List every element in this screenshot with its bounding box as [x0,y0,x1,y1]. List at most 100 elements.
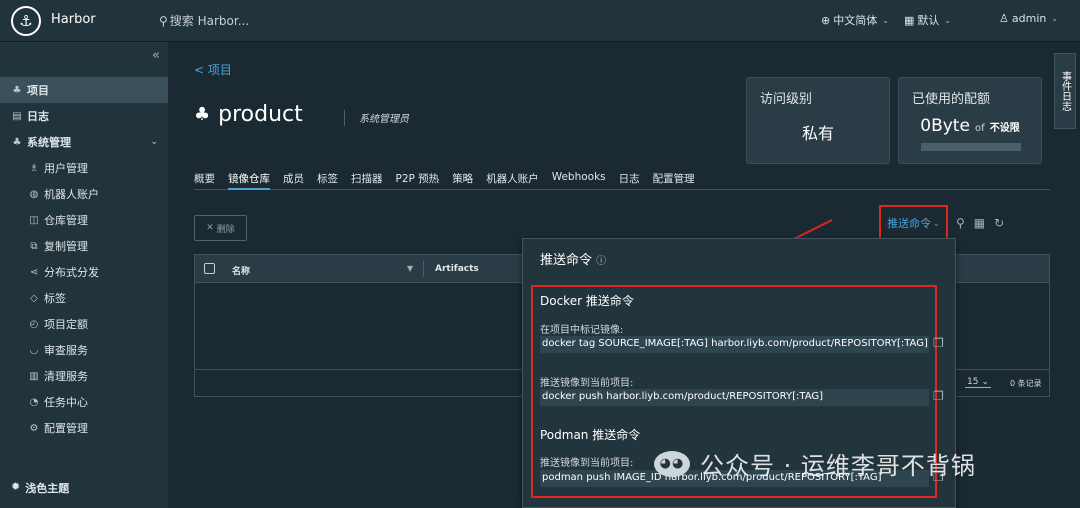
quota-used: 0Byte [920,116,970,136]
page-size-select[interactable]: 15 ⌄ [965,377,991,388]
chevron-down-icon: ⌄ [944,15,952,25]
sidebar-item-label: 清理服务 [44,370,88,383]
sidebar-item-robots[interactable]: ◍ 机器人账户 [0,181,168,207]
search-icon: ⚲ [159,13,168,28]
sidebar-item-quotas[interactable]: ◴ 项目定额 [0,311,168,337]
sidebar-item-label: 标签 [44,292,66,305]
chevron-down-icon: ⌄ [882,15,889,25]
tag-icon: ◇ [30,292,38,304]
datetime-label: 默认 [917,14,940,27]
search-icon[interactable]: ⚲ [956,216,965,230]
project-role: 系统管理员 [344,110,409,126]
tab-repositories[interactable]: 镜像仓库 [228,170,270,190]
sidebar-item-label: 用户管理 [44,162,88,175]
search-input[interactable]: 搜索 Harbor... [170,12,249,29]
sidebar-item-gc[interactable]: ▥ 清理服务 [0,363,168,389]
globe-icon: ⊕ [821,13,831,27]
gear-icon: ⚙ [29,422,39,434]
delete-button[interactable]: ✕ 删除 [194,215,247,241]
registry-icon: ◫ [29,214,39,226]
access-level-value: 私有 [801,124,834,143]
push-command-label: 推送命令 [887,217,932,230]
watermark-text: 公众号 · 运维李哥不背锅 [700,452,976,480]
tab-p2p-preheat[interactable]: P2P 预热 [396,170,440,190]
global-search[interactable]: ⚲ 搜索 Harbor... [159,12,249,29]
language-selector[interactable]: ⊕ 中文简体 ⌄ [821,12,889,28]
chevron-down-icon: ⌄ [150,137,158,147]
push-command-button[interactable]: 推送命令 ⌄ [879,205,948,241]
sidebar-item-interrogation[interactable]: ◡ 审查服务 [0,337,168,363]
sidebar-item-label: 复制管理 [44,240,88,253]
brand-name[interactable]: Harbor [51,12,96,27]
sidebar-item-label: 任务中心 [44,396,88,409]
quota-icon: ◴ [29,318,39,330]
tab-labels[interactable]: 标签 [317,170,338,190]
sidebar-item-replication[interactable]: ⧉ 复制管理 [0,233,168,259]
sidebar-item-projects[interactable]: ♣ 项目 [0,77,168,103]
access-level-label: 访问级别 [760,92,813,107]
info-icon[interactable]: ⓘ [596,256,606,267]
harbor-logo-icon[interactable]: ⚓ [11,6,41,36]
tab-webhooks[interactable]: Webhooks [552,170,606,190]
sidebar-item-jobs[interactable]: ◔ 任务中心 [0,389,168,415]
copy-icon[interactable]: ❐ [933,336,944,350]
event-log-tab[interactable]: 事件日志 [1054,53,1076,129]
distribution-icon: ⋖ [29,266,39,278]
user-label: admin [1011,12,1047,25]
project-icon: ♣ [12,84,22,96]
replication-icon: ⧉ [30,240,38,252]
wechat-icon: ◕◕ [654,450,690,477]
sidebar-item-admin[interactable]: ♣ 系统管理 ⌄ [0,129,168,155]
calendar-icon: ▦ [904,13,915,27]
collapse-sidebar-icon[interactable]: « [152,48,160,63]
tab-logs[interactable]: 日志 [619,170,640,190]
tab-scanner[interactable]: 扫描器 [351,170,383,190]
task-icon: ◔ [29,396,39,408]
user-menu[interactable]: ♙ admin ⌄ [999,12,1058,25]
tab-configuration[interactable]: 配置管理 [653,170,695,190]
sidebar-item-labels[interactable]: ◇ 标签 [0,285,168,311]
back-to-projects-link[interactable]: < 项目 [194,61,232,78]
refresh-icon[interactable]: ↻ [994,216,1004,230]
sidebar-item-registries[interactable]: ◫ 仓库管理 [0,207,168,233]
quota-card: 已使用的配额 0Byte of 不设限 [898,77,1042,164]
filter-icon[interactable]: ▼ [407,264,413,273]
select-all-checkbox[interactable] [204,263,215,274]
watermark: ◕◕ 公众号 · 运维李哥不背锅 [654,446,976,481]
grid-view-icon[interactable]: ▦ [974,216,985,230]
delete-label: 删除 [216,224,235,235]
table-toolbar: ⚲ ▦ ↻ [956,216,1004,230]
sidebar-item-users[interactable]: ♗ 用户管理 [0,155,168,181]
tab-robot-accounts[interactable]: 机器人账户 [486,170,539,190]
column-artifacts[interactable]: Artifacts [435,264,479,274]
docker-section-title: Docker 推送命令 [540,294,634,308]
trash-icon: ▥ [29,370,39,382]
project-tabs: 概要 镜像仓库 成员 标签 扫描器 P2P 预热 策略 机器人账户 Webhoo… [194,170,1050,190]
sidebar-item-distribution[interactable]: ⋖ 分布式分发 [0,259,168,285]
docker-tag-caption: 在项目中标记镜像: [540,325,624,336]
sun-icon: ✹ [11,480,21,493]
project-name: product [218,102,303,127]
datetime-selector[interactable]: ▦ 默认 ⌄ [904,12,951,28]
sidebar-item-config[interactable]: ⚙ 配置管理 [0,415,168,441]
docker-tag-command[interactable]: docker tag SOURCE_IMAGE[:TAG] harbor.liy… [540,336,929,353]
user-icon: ♙ [999,12,1009,25]
robot-icon: ◍ [29,188,39,200]
docker-push-command[interactable]: docker push harbor.liyb.com/product/REPO… [540,389,929,406]
theme-toggle[interactable]: ✹ 浅色主题 [11,480,69,496]
tab-policy[interactable]: 策略 [452,170,473,190]
quota-label: 已使用的配额 [912,92,991,107]
close-icon: ✕ [206,223,214,233]
admin-icon: ♣ [12,136,22,148]
copy-icon[interactable]: ❐ [933,389,944,403]
access-level-card: 访问级别 私有 [746,77,890,164]
column-name[interactable]: 名称 [232,264,250,277]
sidebar-item-label: 分布式分发 [44,266,99,279]
column-divider [423,261,424,277]
sidebar-item-logs[interactable]: ▤ 日志 [0,103,168,129]
page-title: ♣ product [194,102,303,127]
popup-title: 推送命令 ⓘ [540,249,606,268]
tab-summary[interactable]: 概要 [194,170,215,190]
shield-icon: ◡ [29,344,39,356]
tab-members[interactable]: 成员 [283,170,304,190]
